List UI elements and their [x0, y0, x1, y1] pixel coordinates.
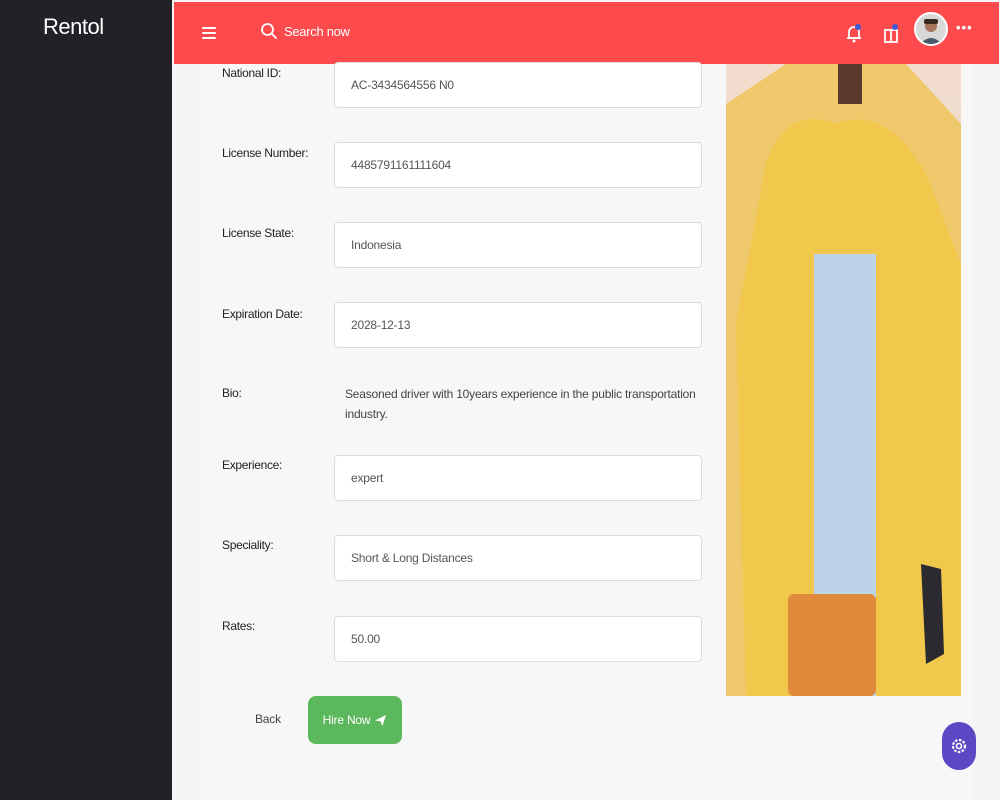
national-id-field[interactable]: AC-3434564556 N0 — [334, 62, 702, 108]
top-header: Search now ••• — [174, 2, 999, 64]
field-label: License State: — [222, 226, 294, 240]
hire-now-label: Hire Now — [322, 713, 371, 727]
gift-icon[interactable] — [878, 20, 904, 46]
field-label: License Number: — [222, 146, 309, 160]
send-icon — [375, 714, 387, 726]
field-label: Rates: — [222, 619, 255, 633]
search-icon — [261, 23, 277, 39]
more-options-icon[interactable]: ••• — [956, 20, 973, 35]
driver-photo — [726, 64, 961, 696]
menu-toggle-icon[interactable] — [202, 23, 218, 43]
experience-field[interactable]: expert — [334, 455, 702, 501]
search-box[interactable]: Search now — [260, 22, 350, 40]
back-button[interactable]: Back — [255, 712, 281, 726]
gear-icon — [951, 738, 967, 754]
field-label: Expiration Date: — [222, 307, 303, 321]
settings-gear-button[interactable] — [942, 722, 976, 770]
notification-bell-icon[interactable] — [841, 20, 867, 46]
user-avatar[interactable] — [914, 12, 948, 46]
license-state-field[interactable]: Indonesia — [334, 222, 702, 268]
expiration-date-field[interactable]: 2028-12-13 — [334, 302, 702, 348]
field-label: Bio: — [222, 386, 242, 400]
rates-field[interactable]: 50.00 — [334, 616, 702, 662]
search-placeholder: Search now — [284, 23, 350, 39]
field-label: Speciality: — [222, 538, 274, 552]
hire-now-button[interactable]: Hire Now — [308, 696, 402, 744]
speciality-field[interactable]: Short & Long Distances — [334, 535, 702, 581]
field-label: Experience: — [222, 458, 283, 472]
brand-logo[interactable]: Rentol — [43, 14, 104, 40]
field-label: National ID: — [222, 66, 282, 80]
bio-text: Seasoned driver with 10years experience … — [345, 387, 696, 421]
license-number-field[interactable]: 4485791161111604 — [334, 142, 702, 188]
sidebar: Rentol — [0, 0, 172, 800]
